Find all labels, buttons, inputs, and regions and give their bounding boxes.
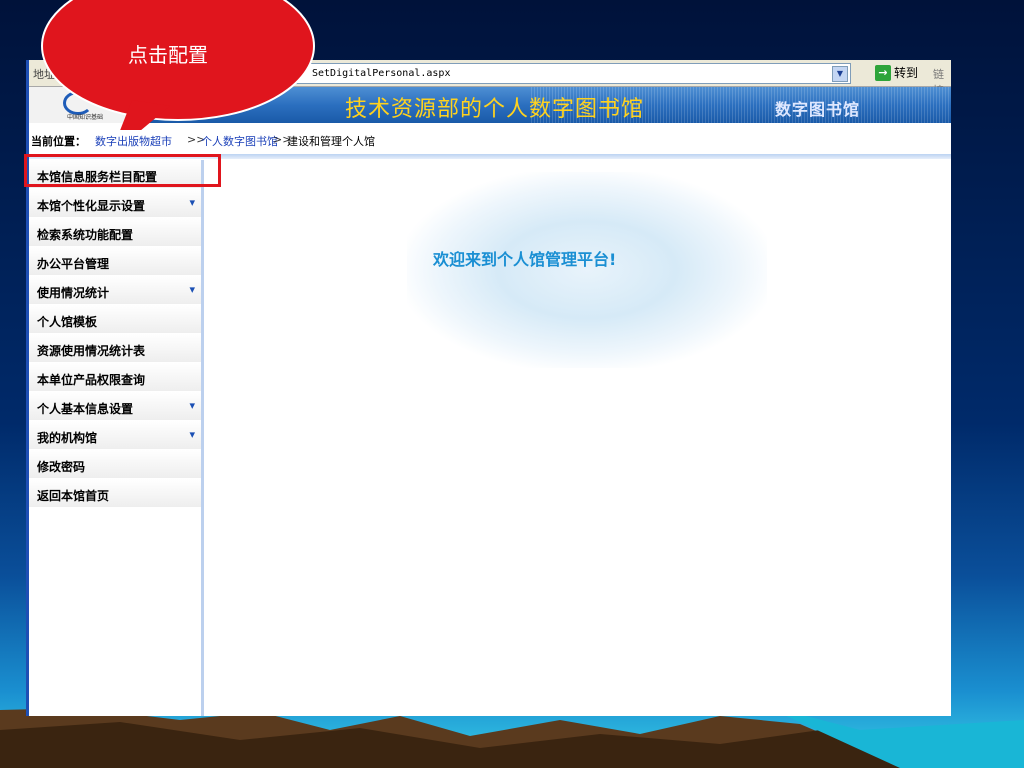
- menu-item-display-settings[interactable]: 本馆个性化显示设置 ▾: [29, 189, 201, 218]
- annotation-highlight-box: [24, 154, 221, 187]
- welcome-message: 欢迎来到个人馆管理平台!: [433, 250, 617, 269]
- address-url: SetDigitalPersonal.aspx: [312, 68, 451, 79]
- menu-item-label: 修改密码: [37, 460, 86, 474]
- address-dropdown-icon[interactable]: ▼: [832, 66, 848, 82]
- menu-item-label: 个人馆模板: [37, 315, 98, 329]
- menu-item-label: 检索系统功能配置: [37, 228, 134, 242]
- go-label: 转到: [894, 66, 919, 80]
- menu-item-resource-stats[interactable]: 资源使用情况统计表: [29, 334, 201, 363]
- menu-item-label: 办公平台管理: [37, 257, 110, 271]
- callout-text: 点击配置: [128, 43, 208, 67]
- go-arrow-icon: →: [875, 64, 891, 81]
- menu-item-return-home[interactable]: 返回本馆首页: [29, 479, 201, 508]
- expand-arrow-icon[interactable]: ▾: [189, 196, 195, 209]
- expand-arrow-icon[interactable]: ▾: [189, 399, 195, 412]
- brand-title: 数字图书馆: [775, 100, 861, 119]
- menu-item-office-platform[interactable]: 办公平台管理: [29, 247, 201, 276]
- menu-item-label: 本单位产品权限查询: [37, 373, 146, 387]
- menu-item-label: 返回本馆首页: [37, 489, 110, 503]
- go-button[interactable]: → 转到: [875, 63, 918, 82]
- menu-item-template[interactable]: 个人馆模板: [29, 305, 201, 334]
- menu-item-personal-info[interactable]: 个人基本信息设置 ▾: [29, 392, 201, 421]
- main-content: 欢迎来到个人馆管理平台!: [205, 160, 951, 716]
- menu-item-search-config[interactable]: 检索系统功能配置: [29, 218, 201, 247]
- menu-item-label: 资源使用情况统计表: [37, 344, 146, 358]
- menu-item-label: 本馆个性化显示设置: [37, 199, 146, 213]
- menu-item-my-institution[interactable]: 我的机构馆 ▾: [29, 421, 201, 450]
- menu-item-label: 我的机构馆: [37, 431, 98, 445]
- sidebar-menu: 本馆信息服务栏目配置 本馆个性化显示设置 ▾ 检索系统功能配置 办公平台管理 使…: [29, 160, 204, 716]
- expand-arrow-icon[interactable]: ▾: [189, 428, 195, 441]
- expand-arrow-icon[interactable]: ▾: [189, 283, 195, 296]
- site-title: 技术资源部的个人数字图书馆: [345, 97, 645, 122]
- menu-item-permission-query[interactable]: 本单位产品权限查询: [29, 363, 201, 392]
- annotation-callout: 点击配置: [40, 0, 316, 150]
- menu-item-change-password[interactable]: 修改密码: [29, 450, 201, 479]
- welcome-cloud-image: [407, 172, 767, 368]
- menu-item-label: 使用情况统计: [37, 286, 110, 300]
- menu-item-label: 个人基本信息设置: [37, 402, 134, 416]
- menu-item-usage-stats[interactable]: 使用情况统计 ▾: [29, 276, 201, 305]
